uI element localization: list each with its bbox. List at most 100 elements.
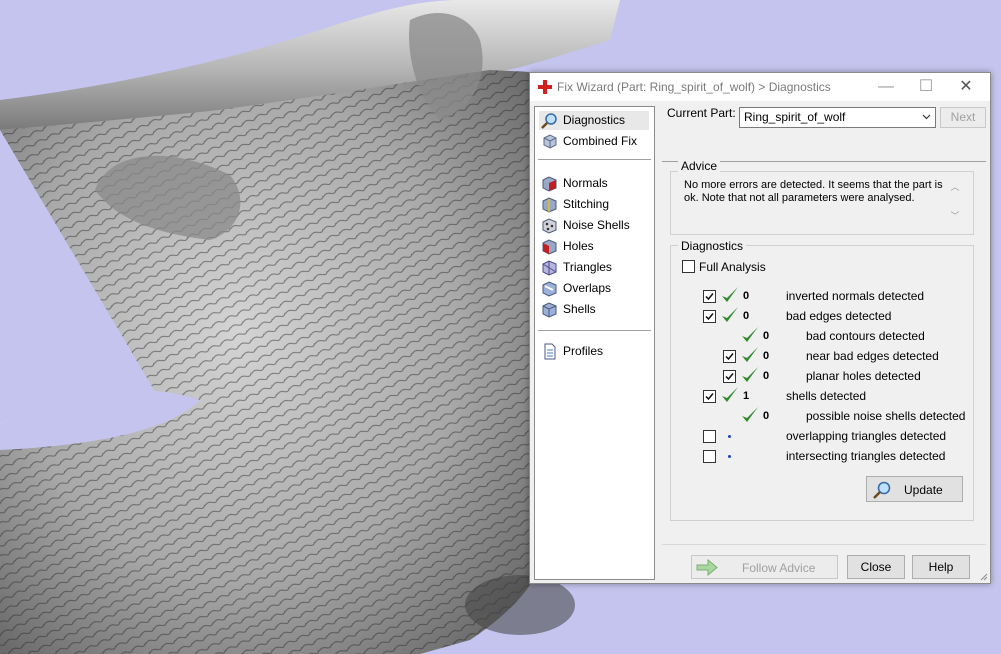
row-label: overlapping triangles detected bbox=[786, 429, 947, 443]
sidebar-item-label: Noise Shells bbox=[563, 218, 630, 232]
sidebar-item-label: Triangles bbox=[563, 260, 612, 274]
sidebar-item-overlaps[interactable]: Overlaps bbox=[539, 279, 649, 298]
sidebar-item-shells[interactable]: Shells bbox=[539, 300, 649, 319]
advice-scrollbar[interactable]: ︿ ﹀ bbox=[948, 178, 962, 228]
help-button[interactable]: Help bbox=[912, 555, 970, 579]
status-ok-icon bbox=[741, 406, 759, 428]
sidebar-divider bbox=[538, 159, 651, 160]
status-ok-icon bbox=[741, 346, 759, 368]
triangles-icon bbox=[542, 260, 557, 276]
row-label: planar holes detected bbox=[806, 369, 921, 383]
advice-text-area: No more errors are detected. It seems th… bbox=[674, 178, 962, 228]
status-ok-icon bbox=[721, 386, 739, 408]
sidebar-item-label: Shells bbox=[563, 302, 596, 316]
scroll-up-icon[interactable]: ︿ bbox=[948, 180, 962, 193]
sidebar-item-diagnostics[interactable]: Diagnostics bbox=[539, 111, 649, 130]
sidebar-item-triangles[interactable]: Triangles bbox=[539, 258, 649, 277]
full-analysis-checkbox[interactable] bbox=[682, 260, 695, 273]
sidebar-item-normals[interactable]: Normals bbox=[539, 174, 649, 193]
minimize-icon[interactable]: — bbox=[866, 73, 906, 101]
title-bar[interactable]: Fix Wizard (Part: Ring_spirit_of_wolf) >… bbox=[530, 73, 990, 101]
row-count: 0 bbox=[763, 330, 770, 342]
current-part-value: Ring_spirit_of_wolf bbox=[744, 110, 846, 124]
fix-wizard-dialog: Fix Wizard (Part: Ring_spirit_of_wolf) >… bbox=[529, 72, 991, 584]
row-checkbox[interactable] bbox=[703, 450, 716, 463]
row-label: near bad edges detected bbox=[806, 349, 939, 363]
overlaps-icon bbox=[542, 281, 557, 297]
sidebar-item-label: Profiles bbox=[563, 344, 604, 358]
sidebar-item-combined-fix[interactable]: Combined Fix bbox=[539, 132, 649, 151]
follow-advice-button[interactable]: Follow Advice bbox=[691, 555, 838, 579]
sidebar-item-stitching[interactable]: Stitching bbox=[539, 195, 649, 214]
row-count: 0 bbox=[743, 290, 750, 302]
row-label: inverted normals detected bbox=[786, 289, 925, 303]
row-count: 0 bbox=[763, 350, 770, 362]
checkbox-tick-icon bbox=[725, 373, 734, 381]
row-checkbox[interactable] bbox=[703, 430, 716, 443]
update-button[interactable]: Update bbox=[866, 476, 963, 502]
row-checkbox[interactable] bbox=[723, 370, 736, 383]
checkbox-tick-icon bbox=[725, 353, 734, 361]
next-button[interactable]: Next bbox=[940, 107, 986, 128]
diagnostics-group-label: Diagnostics bbox=[678, 239, 747, 253]
sidebar-item-label: Overlaps bbox=[563, 281, 612, 295]
status-ok-icon bbox=[741, 366, 759, 388]
red-cross-icon bbox=[538, 80, 552, 94]
row-count: 0 bbox=[763, 370, 770, 382]
shells-icon bbox=[542, 302, 557, 318]
stitching-cube-icon bbox=[542, 197, 557, 213]
sidebar-item-holes[interactable]: Holes bbox=[539, 237, 649, 256]
window-title: Fix Wizard (Part: Ring_spirit_of_wolf) >… bbox=[557, 80, 831, 94]
chevron-down-icon bbox=[922, 114, 931, 120]
normals-cube-icon bbox=[542, 176, 557, 192]
sidebar-item-label: Holes bbox=[563, 239, 594, 253]
sidebar-item-label: Diagnostics bbox=[563, 113, 626, 127]
maximize-icon[interactable]: ☐ bbox=[906, 73, 946, 101]
advice-text: No more errors are detected. It seems th… bbox=[684, 179, 943, 204]
status-pending-icon bbox=[728, 435, 731, 438]
update-label: Update bbox=[904, 483, 943, 497]
row-checkbox[interactable] bbox=[703, 310, 716, 323]
status-ok-icon bbox=[721, 306, 739, 328]
resize-grip-icon[interactable] bbox=[978, 571, 988, 581]
status-pending-icon bbox=[728, 455, 731, 458]
status-ok-icon bbox=[721, 286, 739, 308]
checkbox-tick-icon bbox=[705, 313, 714, 321]
magnifier-icon bbox=[541, 113, 557, 129]
cube-icon bbox=[543, 134, 557, 149]
wizard-sidebar: Diagnostics Combined Fix Normals Stitchi… bbox=[534, 106, 655, 580]
sidebar-item-profiles[interactable]: Profiles bbox=[539, 342, 649, 361]
sidebar-item-label: Stitching bbox=[563, 197, 610, 211]
row-checkbox[interactable] bbox=[723, 350, 736, 363]
row-count: 1 bbox=[743, 390, 750, 402]
row-label: intersecting triangles detected bbox=[786, 449, 946, 463]
close-button[interactable]: Close bbox=[847, 555, 905, 579]
row-label: possible noise shells detected bbox=[806, 409, 966, 423]
sidebar-item-noise-shells[interactable]: Noise Shells bbox=[539, 216, 649, 235]
current-part-label: Current Part: bbox=[667, 106, 736, 120]
checkbox-tick-icon bbox=[705, 393, 714, 401]
arrow-right-icon bbox=[696, 559, 718, 576]
follow-advice-label: Follow Advice bbox=[742, 561, 816, 575]
row-count: 0 bbox=[763, 410, 770, 422]
noise-shells-icon bbox=[542, 218, 557, 234]
row-label: bad edges detected bbox=[786, 309, 892, 323]
document-icon bbox=[544, 343, 556, 360]
status-ok-icon bbox=[741, 326, 759, 348]
sidebar-divider bbox=[538, 330, 651, 331]
row-checkbox[interactable] bbox=[703, 390, 716, 403]
sidebar-item-label: Normals bbox=[563, 176, 608, 190]
magnifier-icon bbox=[873, 481, 891, 499]
footer-divider bbox=[662, 544, 986, 545]
current-part-select[interactable]: Ring_spirit_of_wolf bbox=[739, 107, 936, 128]
scroll-down-icon[interactable]: ﹀ bbox=[948, 209, 962, 222]
advice-group-label: Advice bbox=[678, 159, 721, 173]
close-window-icon[interactable]: ✕ bbox=[946, 73, 986, 101]
sidebar-item-label: Combined Fix bbox=[563, 134, 638, 148]
checkbox-tick-icon bbox=[705, 293, 714, 301]
full-analysis-label: Full Analysis bbox=[699, 260, 766, 274]
row-label: bad contours detected bbox=[806, 329, 925, 343]
row-label: shells detected bbox=[786, 389, 867, 403]
holes-cube-icon bbox=[542, 239, 557, 255]
row-checkbox[interactable] bbox=[703, 290, 716, 303]
